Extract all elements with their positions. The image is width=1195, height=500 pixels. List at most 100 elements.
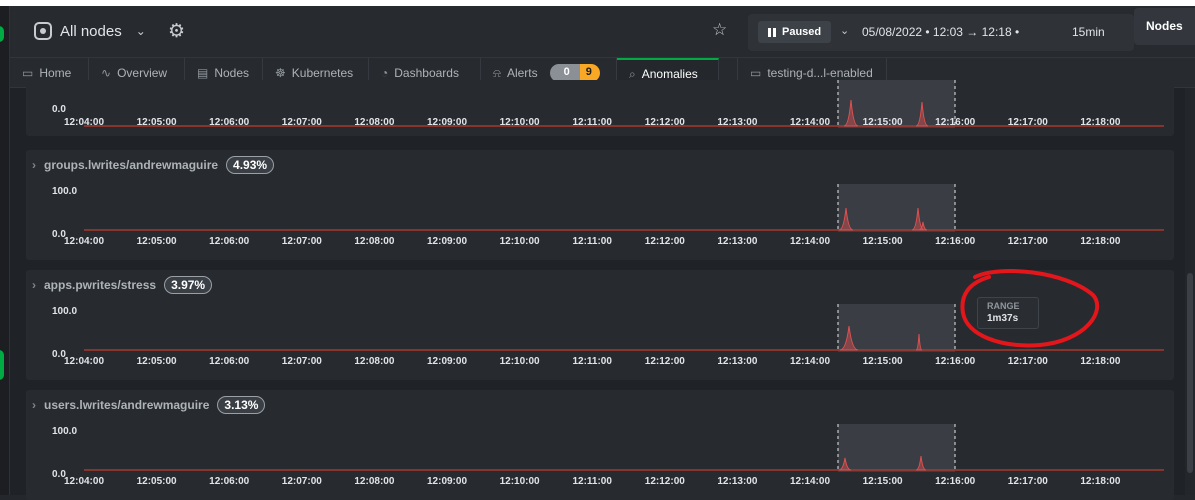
x-tick-label: 12:14:00 [789, 476, 831, 487]
x-tick-label: 12:08:00 [354, 356, 395, 367]
x-tick-label: 12:09:00 [426, 476, 468, 487]
chevron-down-icon[interactable]: ⌄ [840, 24, 849, 37]
x-tick-label: 12:04:00 [63, 476, 105, 487]
x-tick-label: 12:12:00 [644, 476, 685, 487]
bell-icon: ⍾ [493, 65, 501, 80]
x-tick-label: 12:11:00 [572, 236, 612, 247]
x-tick-label: 12:10:00 [499, 117, 540, 128]
x-tick-label: 12:11:00 [572, 117, 612, 128]
x-tick-label: 12:04:00 [63, 236, 105, 247]
highlighted-range [838, 184, 955, 232]
gear-icon[interactable]: ⚙ [168, 20, 185, 43]
x-tick-label: 12:09:00 [426, 236, 468, 247]
y-max-label: 100.0 [52, 186, 78, 197]
highlighted-range [838, 424, 955, 472]
x-tick-label: 12:06:00 [209, 236, 250, 247]
panel-header[interactable]: › groups.lwrites/andrewmaguire 4.93% [32, 156, 275, 174]
x-tick-label: 12:13:00 [717, 117, 758, 128]
x-tick-label: 12:15:00 [862, 117, 903, 128]
x-axis: 12:04:00 12:05:00 12:06:00 12:07:00 12:08:00… [26, 476, 1174, 488]
y-max-label: 100.0 [52, 426, 78, 437]
tab-label: Dashboards [394, 66, 459, 80]
x-tick-label: 12:13:00 [717, 356, 758, 367]
paused-button[interactable]: Paused [758, 21, 832, 43]
x-axis: 12:04:00 12:05:00 12:06:00 12:07:00 12:08:00… [26, 117, 1174, 129]
x-tick-label: 12:08:00 [354, 236, 395, 247]
x-tick-label: 12:16:00 [935, 117, 976, 128]
x-axis: 12:04:00 12:05:00 12:06:00 12:07:00 12:08:00… [26, 236, 1174, 248]
x-tick-label: 12:14:00 [789, 117, 831, 128]
x-tick-label: 12:18:00 [1080, 356, 1121, 367]
x-tick-label: 12:18:00 [1080, 117, 1121, 128]
tab-label: Alerts [506, 66, 538, 80]
panel-header[interactable]: › apps.pwrites/stress 3.97% [32, 276, 213, 294]
duration-text: 15min [1072, 25, 1105, 39]
x-tick-label: 12:17:00 [1007, 117, 1048, 128]
x-tick-label: 12:11:00 [572, 356, 612, 367]
time-series-chart[interactable] [84, 184, 1164, 232]
x-tick-label: 12:07:00 [281, 476, 322, 487]
tab-label: testing-d...l-enabled [767, 66, 873, 80]
anomaly-score-badge: 3.13% [217, 396, 266, 414]
anomaly-score-badge: 4.93% [226, 156, 275, 174]
left-rail [0, 6, 10, 495]
x-tick-label: 12:15:00 [862, 476, 903, 487]
panel-title: users.lwrites/andrewmaguire [44, 398, 210, 412]
pause-icon [768, 27, 776, 37]
kubernetes-icon: ☸ [275, 66, 286, 80]
x-tick-label: 12:06:00 [209, 117, 250, 128]
time-range-picker[interactable]: Paused ⌄ 05/08/2022 • 12:03 → 12:18 • 15… [748, 14, 1134, 51]
anomaly-score-badge: 3.97% [164, 276, 213, 294]
x-tick-label: 12:06:00 [209, 356, 250, 367]
chevron-right-icon[interactable]: › [32, 158, 36, 172]
chevron-down-icon[interactable]: ⌄ [136, 24, 146, 38]
panel-title: groups.lwrites/andrewmaguire [44, 158, 219, 172]
x-tick-label: 12:12:00 [644, 236, 685, 247]
all-nodes-selector[interactable]: All nodes ⌄ [34, 22, 146, 40]
all-nodes-label: All nodes [60, 22, 122, 40]
anomaly-panel-1[interactable]: › groups.lwrites/andrewmaguire 4.93% 100… [26, 150, 1174, 260]
x-tick-label: 12:15:00 [862, 356, 903, 367]
x-tick-label: 12:07:00 [281, 117, 322, 128]
time-series-chart[interactable] [84, 424, 1164, 472]
y-min-label: 0.0 [52, 104, 66, 115]
vertical-scrollbar[interactable] [1185, 88, 1195, 495]
tab-label: Nodes [214, 66, 250, 80]
x-tick-label: 12:16:00 [935, 356, 976, 367]
anomaly-panel-3[interactable]: › users.lwrites/andrewmaguire 3.13% 100.… [26, 390, 1174, 500]
anomaly-panel-0[interactable]: 0.0 12:04:00 12:05:00 12:06:00 12:07:00 12:0… [26, 80, 1174, 136]
x-tick-label: 12:05:00 [136, 117, 177, 128]
nodes-button[interactable]: Nodes [1134, 8, 1195, 45]
x-tick-label: 12:13:00 [717, 476, 758, 487]
x-tick-label: 12:10:00 [499, 476, 540, 487]
x-tick-label: 12:15:00 [862, 236, 903, 247]
chevron-right-icon[interactable]: › [32, 278, 36, 292]
lightbulb-icon[interactable]: ☆ [712, 20, 727, 40]
panel-title: apps.pwrites/stress [44, 278, 157, 292]
nodes-icon: ▤ [197, 66, 209, 80]
x-tick-label: 12:14:00 [789, 356, 831, 367]
chevron-right-icon[interactable]: › [32, 398, 36, 412]
x-tick-label: 12:18:00 [1080, 236, 1121, 247]
x-tick-label: 12:07:00 [281, 236, 322, 247]
x-tick-label: 12:05:00 [136, 476, 177, 487]
tab-label: Kubernetes [291, 66, 354, 80]
x-tick-label: 12:08:00 [354, 117, 395, 128]
tab-label: Overview [117, 66, 168, 80]
x-tick-label: 12:06:00 [209, 476, 250, 487]
window-icon: ▭ [750, 66, 762, 80]
paused-label: Paused [782, 26, 822, 38]
top-bar: All nodes ⌄ ⚙ ☆ Paused ⌄ 05/08/2022 • 12… [10, 6, 1195, 58]
x-tick-label: 12:17:00 [1007, 236, 1048, 247]
x-tick-label: 12:09:00 [426, 117, 468, 128]
plot-1[interactable] [84, 184, 1164, 232]
tab-label: Anomalies [641, 67, 698, 81]
x-tick-label: 12:05:00 [136, 236, 177, 247]
x-tick-label: 12:17:00 [1007, 476, 1048, 487]
panel-header[interactable]: › users.lwrites/andrewmaguire 3.13% [32, 396, 266, 414]
scrollbar-thumb[interactable] [1187, 273, 1193, 473]
x-tick-label: 12:13:00 [717, 236, 758, 247]
x-tick-label: 12:10:00 [499, 236, 540, 247]
monitor-icon: ▭ [22, 66, 34, 80]
plot-3[interactable] [84, 424, 1164, 472]
